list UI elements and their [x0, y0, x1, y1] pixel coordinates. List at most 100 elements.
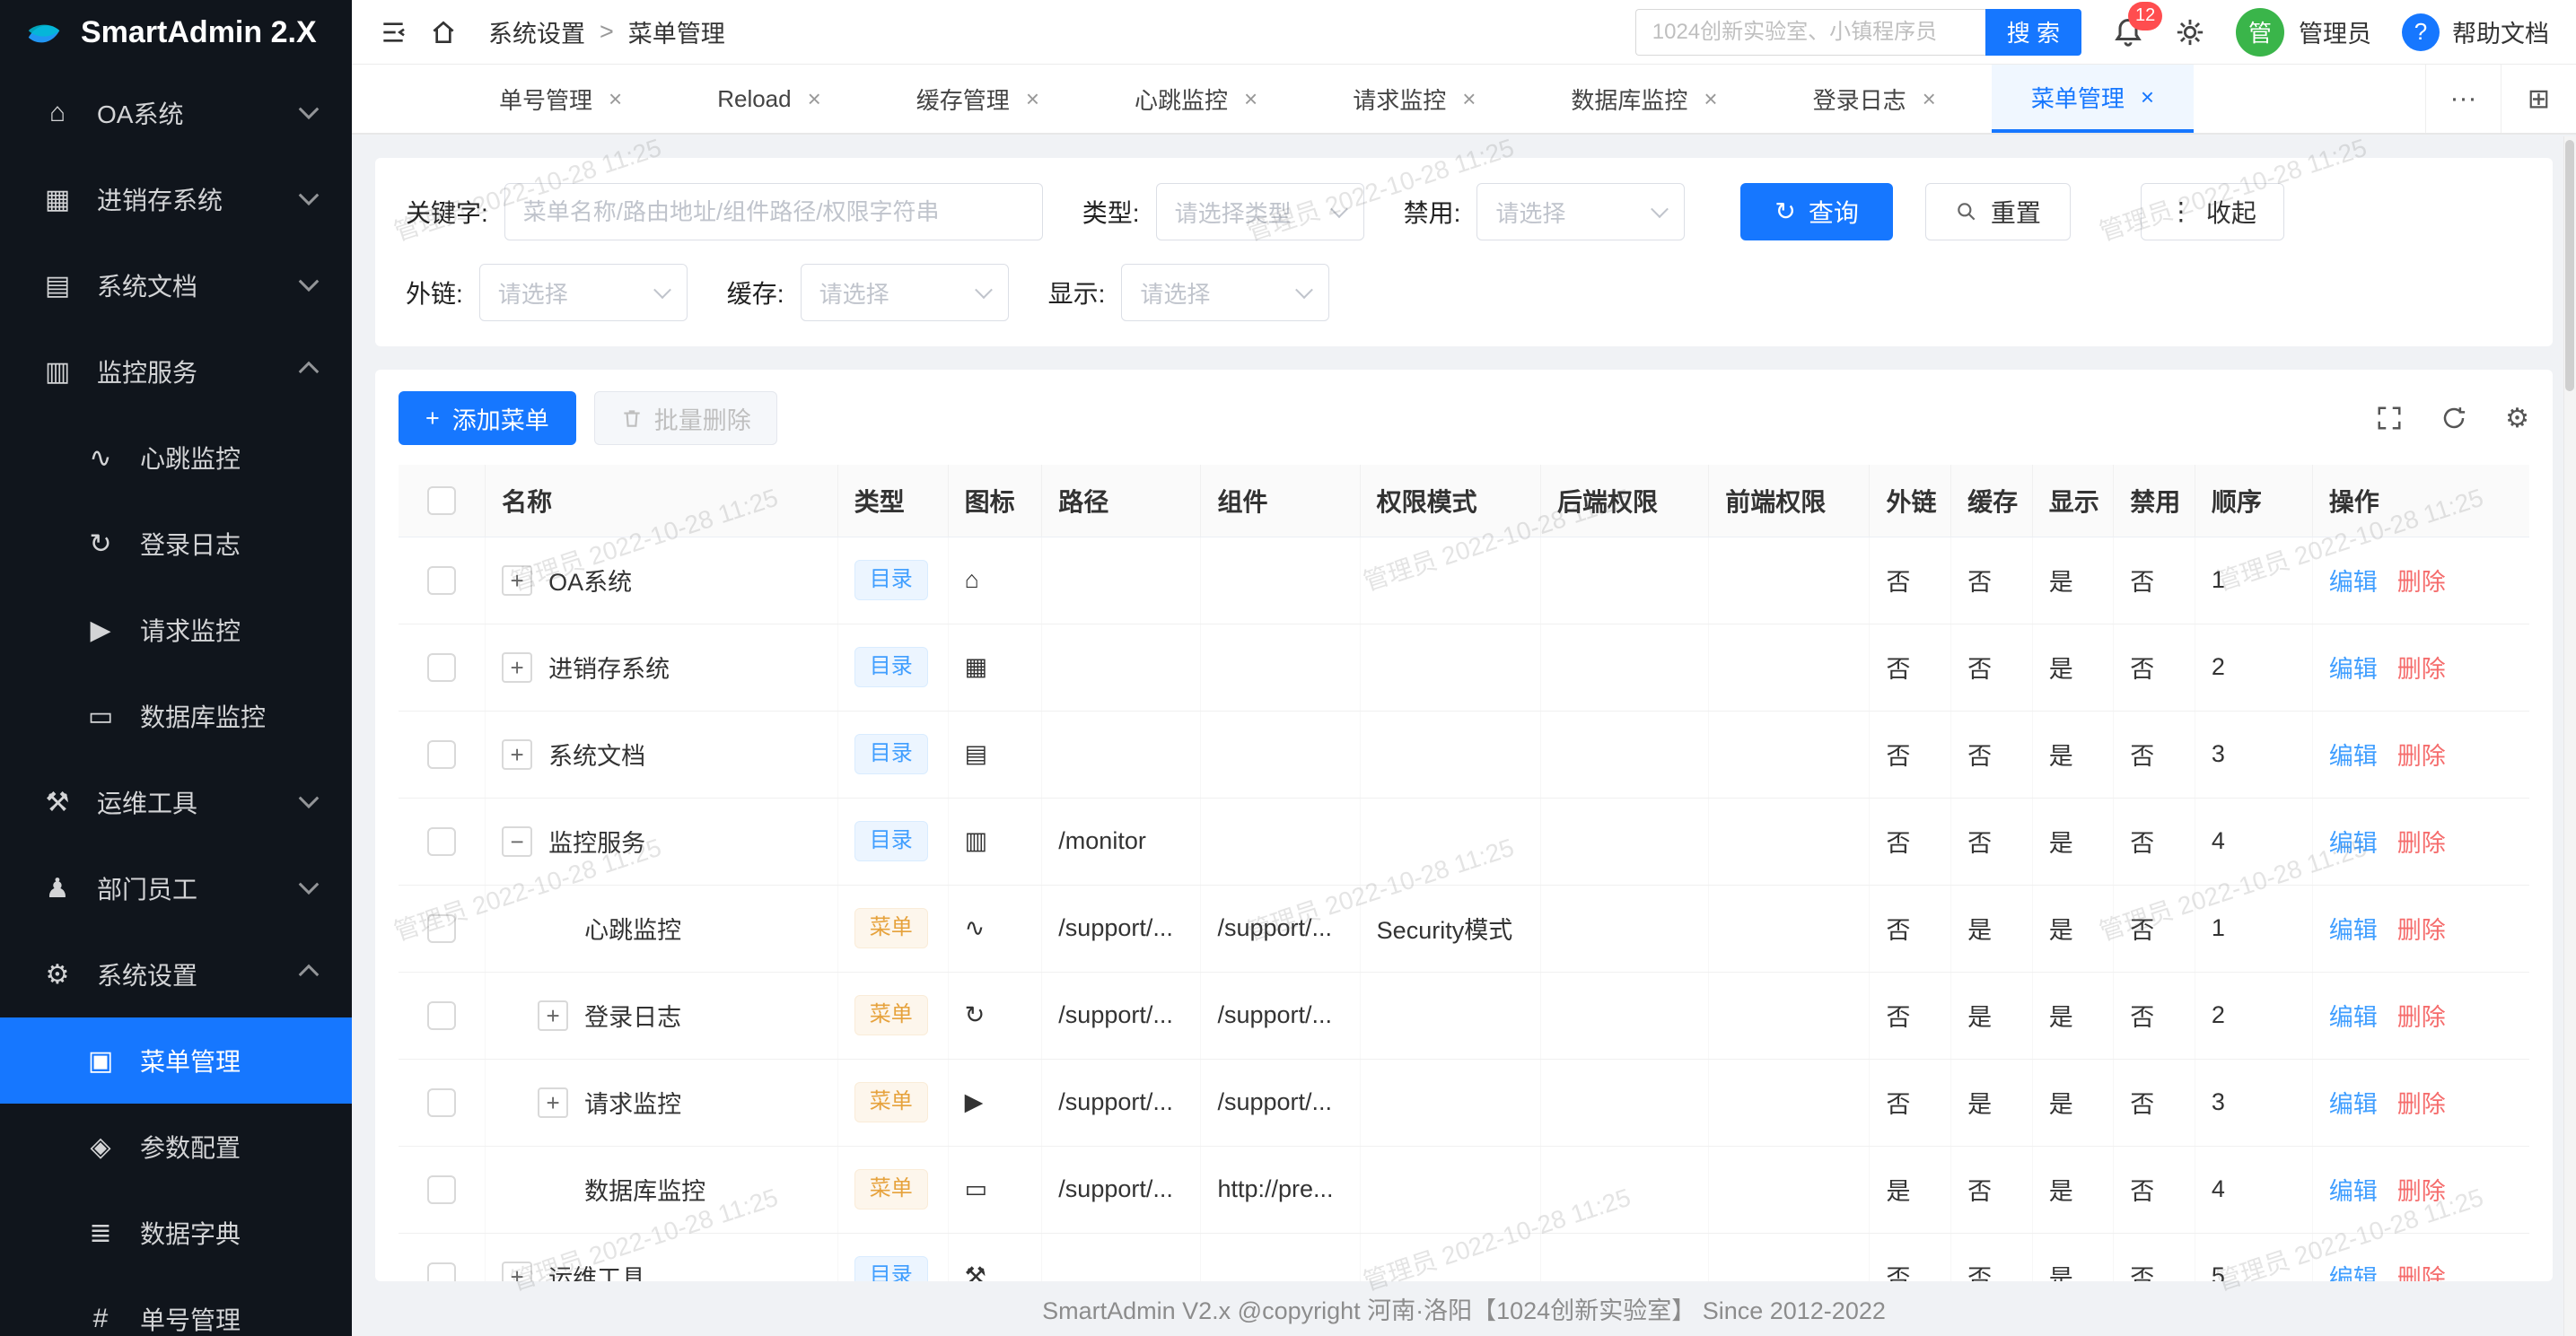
close-icon[interactable]: × [1923, 85, 1936, 113]
sidebar-item-param-config[interactable]: ◈参数配置 [0, 1104, 352, 1190]
tab-request-monitor[interactable]: 请求监控× [1313, 65, 1515, 133]
row-checkbox[interactable] [427, 1262, 456, 1282]
reset-button[interactable]: 重置 [1925, 183, 2071, 240]
close-icon[interactable]: × [609, 85, 622, 113]
sidebar-item-login-log[interactable]: ↻登录日志 [0, 501, 352, 587]
breadcrumb-item[interactable]: 系统设置 [488, 14, 585, 49]
refresh-icon[interactable] [2440, 405, 2467, 432]
close-icon[interactable]: × [2141, 83, 2154, 111]
delete-link[interactable]: 删除 [2397, 917, 2446, 944]
external-select-value: 请选择 [498, 276, 568, 310]
expand-row-icon[interactable]: + [538, 1087, 568, 1118]
row-checkbox[interactable] [427, 740, 456, 769]
expand-row-icon[interactable]: + [502, 652, 532, 683]
edit-link[interactable]: 编辑 [2329, 917, 2378, 944]
row-checkbox[interactable] [427, 653, 456, 682]
scrollbar-thumb[interactable] [2565, 140, 2574, 391]
sidebar-item-inventory-system[interactable]: ▦进销存系统 [0, 156, 352, 242]
close-icon[interactable]: × [808, 85, 821, 113]
sidebar-item-heartbeat-monitor[interactable]: ∿心跳监控 [0, 415, 352, 501]
sidebar-item-data-dictionary[interactable]: ≣数据字典 [0, 1190, 352, 1276]
menu-fold-icon[interactable] [379, 18, 407, 47]
keyword-input[interactable] [504, 183, 1043, 240]
close-icon[interactable]: × [1244, 85, 1257, 113]
add-menu-button[interactable]: + 添加菜单 [399, 391, 576, 445]
close-icon[interactable]: × [1026, 85, 1039, 113]
row-checkbox[interactable] [427, 1175, 456, 1204]
fullscreen-icon[interactable] [2376, 405, 2403, 432]
sidebar-item-department-staff[interactable]: ♟部门员工 [0, 845, 352, 931]
delete-link[interactable]: 删除 [2397, 830, 2446, 857]
sidebar-item-oa-system[interactable]: ⌂OA系统 [0, 70, 352, 156]
disabled-select[interactable]: 请选择 [1476, 183, 1685, 240]
frontend-perm-cell [1709, 711, 1870, 798]
settings-gear-icon[interactable] [2175, 17, 2205, 48]
sidebar-item-ops-tools[interactable]: ⚒运维工具 [0, 759, 352, 845]
tab-grid-icon[interactable]: ⊞ [2501, 65, 2576, 133]
home-icon[interactable] [429, 18, 458, 47]
edit-link[interactable]: 编辑 [2329, 1091, 2378, 1118]
type-select[interactable]: 请选择类型 [1156, 183, 1364, 240]
sidebar-item-serial-management[interactable]: #单号管理 [0, 1276, 352, 1336]
sidebar-item-monitor-service[interactable]: ▥监控服务 [0, 328, 352, 415]
row-checkbox[interactable] [427, 566, 456, 595]
sidebar-item-system-docs[interactable]: ▤系统文档 [0, 242, 352, 328]
tab-login-log[interactable]: 登录日志× [1774, 65, 1976, 133]
close-icon[interactable]: × [1704, 85, 1717, 113]
edit-link[interactable]: 编辑 [2329, 1004, 2378, 1031]
tab-heartbeat-monitor[interactable]: 心跳监控× [1095, 65, 1297, 133]
delete-link[interactable]: 删除 [2397, 1265, 2446, 1281]
tab-cache-management[interactable]: 缓存管理× [877, 65, 1079, 133]
delete-link[interactable]: 删除 [2397, 1178, 2446, 1205]
tab-database-monitor[interactable]: 数据库监控× [1531, 65, 1757, 133]
query-button[interactable]: ↻ 查询 [1740, 183, 1892, 240]
edit-link[interactable]: 编辑 [2329, 1178, 2378, 1205]
delete-link[interactable]: 删除 [2397, 656, 2446, 683]
backend-perm-cell [1541, 972, 1709, 1059]
edit-link[interactable]: 编辑 [2329, 830, 2378, 857]
tab-reload[interactable]: Reload× [678, 65, 861, 133]
collapse-row-icon[interactable]: − [502, 826, 532, 857]
tab-serial-management[interactable]: 单号管理× [460, 65, 662, 133]
batch-delete-button[interactable]: 批量删除 [594, 391, 777, 445]
edit-link[interactable]: 编辑 [2329, 569, 2378, 596]
sidebar-item-request-monitor[interactable]: ▶请求监控 [0, 587, 352, 673]
delete-link[interactable]: 删除 [2397, 1004, 2446, 1031]
delete-link[interactable]: 删除 [2397, 1091, 2446, 1118]
search-button[interactable]: 搜 索 [1985, 9, 2081, 56]
sidebar-item-menu-management[interactable]: ▣菜单管理 [0, 1017, 352, 1104]
row-checkbox[interactable] [427, 1088, 456, 1117]
delete-link[interactable]: 删除 [2397, 569, 2446, 596]
expand-row-icon[interactable]: + [502, 565, 532, 596]
expand-row-icon[interactable]: + [502, 739, 532, 770]
collapse-filters-button[interactable]: ⋮ 收起 [2141, 183, 2284, 240]
expand-row-icon[interactable]: + [538, 1000, 568, 1031]
search-input[interactable] [1635, 9, 1985, 56]
backend-perm-cell [1541, 624, 1709, 711]
menu-table-card: + 添加菜单 批量删除 ⚙ [375, 370, 2553, 1281]
select-all-checkbox[interactable] [427, 486, 456, 515]
cache-select[interactable]: 请选择 [801, 264, 1009, 321]
sidebar-item-database-monitor[interactable]: ▭数据库监控 [0, 673, 352, 759]
row-checkbox[interactable] [427, 827, 456, 856]
close-icon[interactable]: × [1462, 85, 1476, 113]
expand-row-icon[interactable]: + [502, 1262, 532, 1282]
column-settings-gear-icon[interactable]: ⚙ [2505, 403, 2529, 434]
notification-bell[interactable]: 12 [2112, 16, 2144, 48]
sidebar-item-system-settings[interactable]: ⚙系统设置 [0, 931, 352, 1017]
tab-more-button[interactable]: ··· [2425, 65, 2501, 133]
edit-link[interactable]: 编辑 [2329, 656, 2378, 683]
external-cell: 否 [1870, 537, 1951, 624]
row-checkbox[interactable] [427, 1001, 456, 1030]
row-checkbox[interactable] [427, 914, 456, 943]
edit-link[interactable]: 编辑 [2329, 1265, 2378, 1281]
more-vertical-icon: ⋮ [2169, 199, 2194, 224]
edit-link[interactable]: 编辑 [2329, 743, 2378, 770]
user-menu[interactable]: 管 管理员 [2236, 8, 2371, 57]
external-select[interactable]: 请选择 [479, 264, 688, 321]
delete-link[interactable]: 删除 [2397, 743, 2446, 770]
tab-menu-management[interactable]: 菜单管理× [1992, 65, 2194, 133]
show-select[interactable]: 请选择 [1121, 264, 1329, 321]
vertical-scrollbar[interactable] [2563, 136, 2576, 1336]
help-link[interactable]: ? 帮助文档 [2402, 13, 2549, 51]
